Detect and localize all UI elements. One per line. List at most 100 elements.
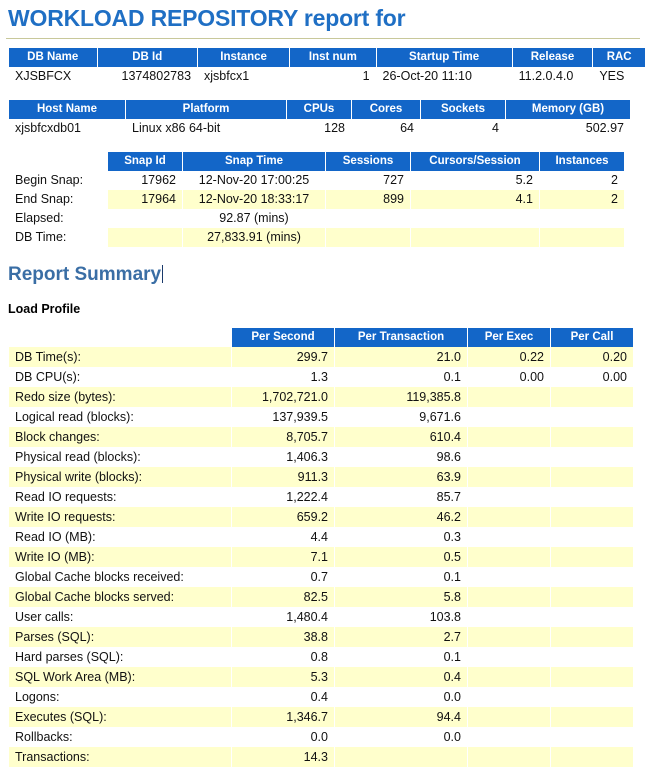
cell-snap-time: 12-Nov-20 18:33:17	[183, 190, 325, 209]
cell-per-exec	[468, 687, 550, 707]
cell-metric: Hard parses (SQL):	[9, 647, 231, 667]
column-header-per-exec: Per Exec	[468, 328, 550, 347]
cell-per-transaction: 2.7	[335, 627, 467, 647]
cell-per-call	[551, 487, 633, 507]
table-header-row: DB Name DB Id Instance Inst num Startup …	[9, 48, 645, 67]
cell-rac: YES	[593, 67, 645, 86]
cell-per-exec	[468, 647, 550, 667]
column-header-spacer	[9, 152, 107, 171]
cell-metric: Parses (SQL):	[9, 627, 231, 647]
cell-per-transaction: 21.0	[335, 347, 467, 367]
cell-per-call	[551, 587, 633, 607]
table-row: xjsbfcxdb01 Linux x86 64-bit 128 64 4 50…	[9, 119, 630, 138]
column-header-memory-gb: Memory (GB)	[506, 100, 630, 119]
column-header-metric	[9, 328, 231, 347]
cell-per-second: 659.2	[232, 507, 334, 527]
section-heading-text: Report Summary	[8, 264, 162, 285]
table-row: DB Time(s): 299.7 21.0 0.22 0.20	[9, 347, 633, 367]
cell-per-exec	[468, 607, 550, 627]
cell-inst-num: 1	[290, 67, 376, 86]
cell-per-call	[551, 447, 633, 467]
cell-metric: Executes (SQL):	[9, 707, 231, 727]
column-header-sockets: Sockets	[421, 100, 505, 119]
table-header-row: Host Name Platform CPUs Cores Sockets Me…	[9, 100, 630, 119]
cell-sessions: 727	[326, 171, 410, 190]
cell-per-second: 82.5	[232, 587, 334, 607]
db-info-table: DB Name DB Id Instance Inst num Startup …	[8, 48, 646, 86]
cell-per-exec	[468, 487, 550, 507]
cell-per-exec	[468, 387, 550, 407]
cell-cursors-session	[411, 209, 539, 228]
cell-per-second: 1,222.4	[232, 487, 334, 507]
cell-metric: Read IO (MB):	[9, 527, 231, 547]
cell-per-call	[551, 707, 633, 727]
awr-report-page: WORKLOAD REPOSITORY report for DB Name D…	[0, 5, 646, 767]
column-header-host-name: Host Name	[9, 100, 125, 119]
cell-per-second: 1,406.3	[232, 447, 334, 467]
cell-instances: 2	[540, 190, 624, 209]
cell-per-transaction	[335, 747, 467, 767]
cell-per-call	[551, 507, 633, 527]
cell-per-exec	[468, 527, 550, 547]
column-header-snap-time: Snap Time	[183, 152, 325, 171]
cell-per-second: 1,346.7	[232, 707, 334, 727]
column-header-db-name: DB Name	[9, 48, 97, 67]
cell-per-transaction: 0.0	[335, 727, 467, 747]
row-label-elapsed: Elapsed:	[15, 211, 64, 225]
cell-metric: Transactions:	[9, 747, 231, 767]
cell-per-transaction: 0.1	[335, 367, 467, 387]
cell-snap-id: 17962	[108, 171, 182, 190]
cell-per-call	[551, 527, 633, 547]
table-header-row: Snap Id Snap Time Sessions Cursors/Sessi…	[9, 152, 624, 171]
cell-release: 11.2.0.4.0	[512, 67, 593, 86]
cell-metric: Write IO requests:	[9, 507, 231, 527]
cell-per-exec: 0.00	[468, 367, 550, 387]
table-row: Elapsed: 92.87 (mins)	[9, 209, 624, 228]
cell-metric: User calls:	[9, 607, 231, 627]
table-header-row: Per Second Per Transaction Per Exec Per …	[9, 328, 633, 347]
table-row: SQL Work Area (MB): 5.3 0.4	[9, 667, 633, 687]
cell-snap-id	[108, 209, 182, 228]
cell-cursors-session: 5.2	[411, 171, 539, 190]
table-row: Read IO requests: 1,222.4 85.7	[9, 487, 633, 507]
cell-metric: Global Cache blocks served:	[9, 587, 231, 607]
column-header-inst-num: Inst num	[290, 48, 376, 67]
cell-elapsed-value: 92.87 (mins)	[183, 209, 325, 228]
cell-db-name: XJSBFCX	[9, 67, 97, 86]
cell-per-second: 299.7	[232, 347, 334, 367]
load-profile-table: Per Second Per Transaction Per Exec Per …	[8, 328, 634, 767]
load-profile-rows: DB Time(s): 299.7 21.0 0.22 0.20 DB CPU(s): 1.…	[9, 347, 633, 767]
cell-per-second: 137,939.5	[232, 407, 334, 427]
table-row: Redo size (bytes): 1,702,721.0 119,385.8	[9, 387, 633, 407]
sub-heading-load-profile: Load Profile	[8, 302, 81, 316]
cell-per-exec	[468, 427, 550, 447]
cell-per-second: 1,702,721.0	[232, 387, 334, 407]
cell-per-call: 0.20	[551, 347, 633, 367]
cell-cursors-session	[411, 228, 539, 247]
column-header-platform: Platform	[126, 100, 286, 119]
cell-per-transaction: 0.0	[335, 687, 467, 707]
cell-metric: DB Time(s):	[9, 347, 231, 367]
section-heading-report-summary: Report Summary	[8, 264, 164, 286]
cell-per-transaction: 94.4	[335, 707, 467, 727]
cell-per-transaction: 119,385.8	[335, 387, 467, 407]
cell-per-second: 0.7	[232, 567, 334, 587]
table-row: Executes (SQL): 1,346.7 94.4	[9, 707, 633, 727]
column-header-per-second: Per Second	[232, 328, 334, 347]
table-row: Transactions: 14.3	[9, 747, 633, 767]
cell-per-transaction: 0.5	[335, 547, 467, 567]
column-header-instances: Instances	[540, 152, 624, 171]
cell-per-exec	[468, 667, 550, 687]
cell-per-transaction: 0.4	[335, 667, 467, 687]
cell-metric: SQL Work Area (MB):	[9, 667, 231, 687]
table-row: DB CPU(s): 1.3 0.1 0.00 0.00	[9, 367, 633, 387]
cell-sessions	[326, 228, 410, 247]
cell-per-call	[551, 427, 633, 447]
table-row: Begin Snap: 17962 12-Nov-20 17:00:25 727…	[9, 171, 624, 190]
cell-per-call	[551, 647, 633, 667]
cell-per-second: 1,480.4	[232, 607, 334, 627]
cell-per-call	[551, 407, 633, 427]
cell-host-name: xjsbfcxdb01	[9, 119, 125, 138]
column-header-startup-time: Startup Time	[376, 48, 512, 67]
host-info-table: Host Name Platform CPUs Cores Sockets Me…	[8, 100, 631, 138]
